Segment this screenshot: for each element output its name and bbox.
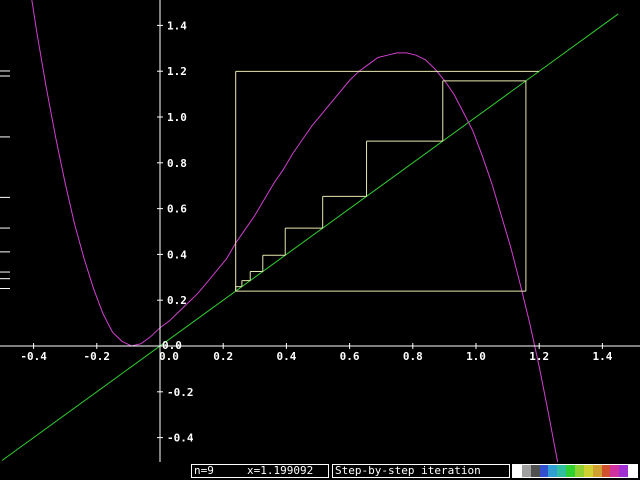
palette-swatch[interactable] <box>521 465 531 477</box>
y-tick-label: -0.4 <box>167 432 194 445</box>
y-tick-label: 0.6 <box>167 203 187 216</box>
cobweb-plot[interactable]: -0.4 -0.2 0.2 0.4 0.6 0.8 1.0 1.2 1.4 -0.4 -0.2 0.2… <box>0 0 640 462</box>
y-tick-label: 1.4 <box>167 19 187 32</box>
x-tick-label: 0.8 <box>403 350 423 363</box>
x-tick-label: 0.2 <box>213 350 233 363</box>
function-curve <box>31 0 559 462</box>
palette-swatch[interactable] <box>610 465 620 477</box>
x-tick-label: 1.2 <box>529 350 549 363</box>
status-bar: n=9 x=1.199092 Step-by-step iteration <box>0 462 640 480</box>
x-tick-label: -0.2 <box>84 350 111 363</box>
status-readout: n=9 x=1.199092 <box>191 464 329 478</box>
y-tick-label: -0.2 <box>167 386 194 399</box>
palette-swatch[interactable] <box>592 465 602 477</box>
palette-swatch[interactable] <box>548 465 558 477</box>
palette-swatch[interactable] <box>566 465 576 477</box>
mode-label[interactable]: Step-by-step iteration <box>332 464 510 478</box>
x-tick-label: 1.4 <box>592 350 612 363</box>
x-tick-label: 0.4 <box>276 350 296 363</box>
y-tick-label: 0.2 <box>167 294 187 307</box>
curve-layer <box>31 0 559 462</box>
palette-swatch[interactable] <box>539 465 549 477</box>
palette-swatch[interactable] <box>619 465 629 477</box>
palette-swatch[interactable] <box>530 465 540 477</box>
x-tick-label: 0.6 <box>340 350 360 363</box>
x-tick-label: 1.0 <box>466 350 486 363</box>
origin-x-label: 0.0 <box>159 350 179 363</box>
palette-swatch[interactable] <box>628 465 638 477</box>
y-tick-label: 1.2 <box>167 65 187 78</box>
palette-swatch[interactable] <box>601 465 611 477</box>
y-tick-label: 1.0 <box>167 111 187 124</box>
x-tick-label: -0.4 <box>20 350 47 363</box>
y-tick-label: 0.4 <box>167 248 187 261</box>
x-value-readout: x=1.199092 <box>247 464 314 477</box>
palette-swatch[interactable] <box>557 465 567 477</box>
palette-swatch[interactable] <box>513 465 522 477</box>
color-palette[interactable] <box>512 464 638 478</box>
palette-swatch[interactable] <box>575 465 584 477</box>
iteration-count: n=9 <box>194 464 214 477</box>
y-tick-label: 0.8 <box>167 157 187 170</box>
palette-swatch[interactable] <box>583 465 593 477</box>
left-markers-layer <box>0 70 10 290</box>
